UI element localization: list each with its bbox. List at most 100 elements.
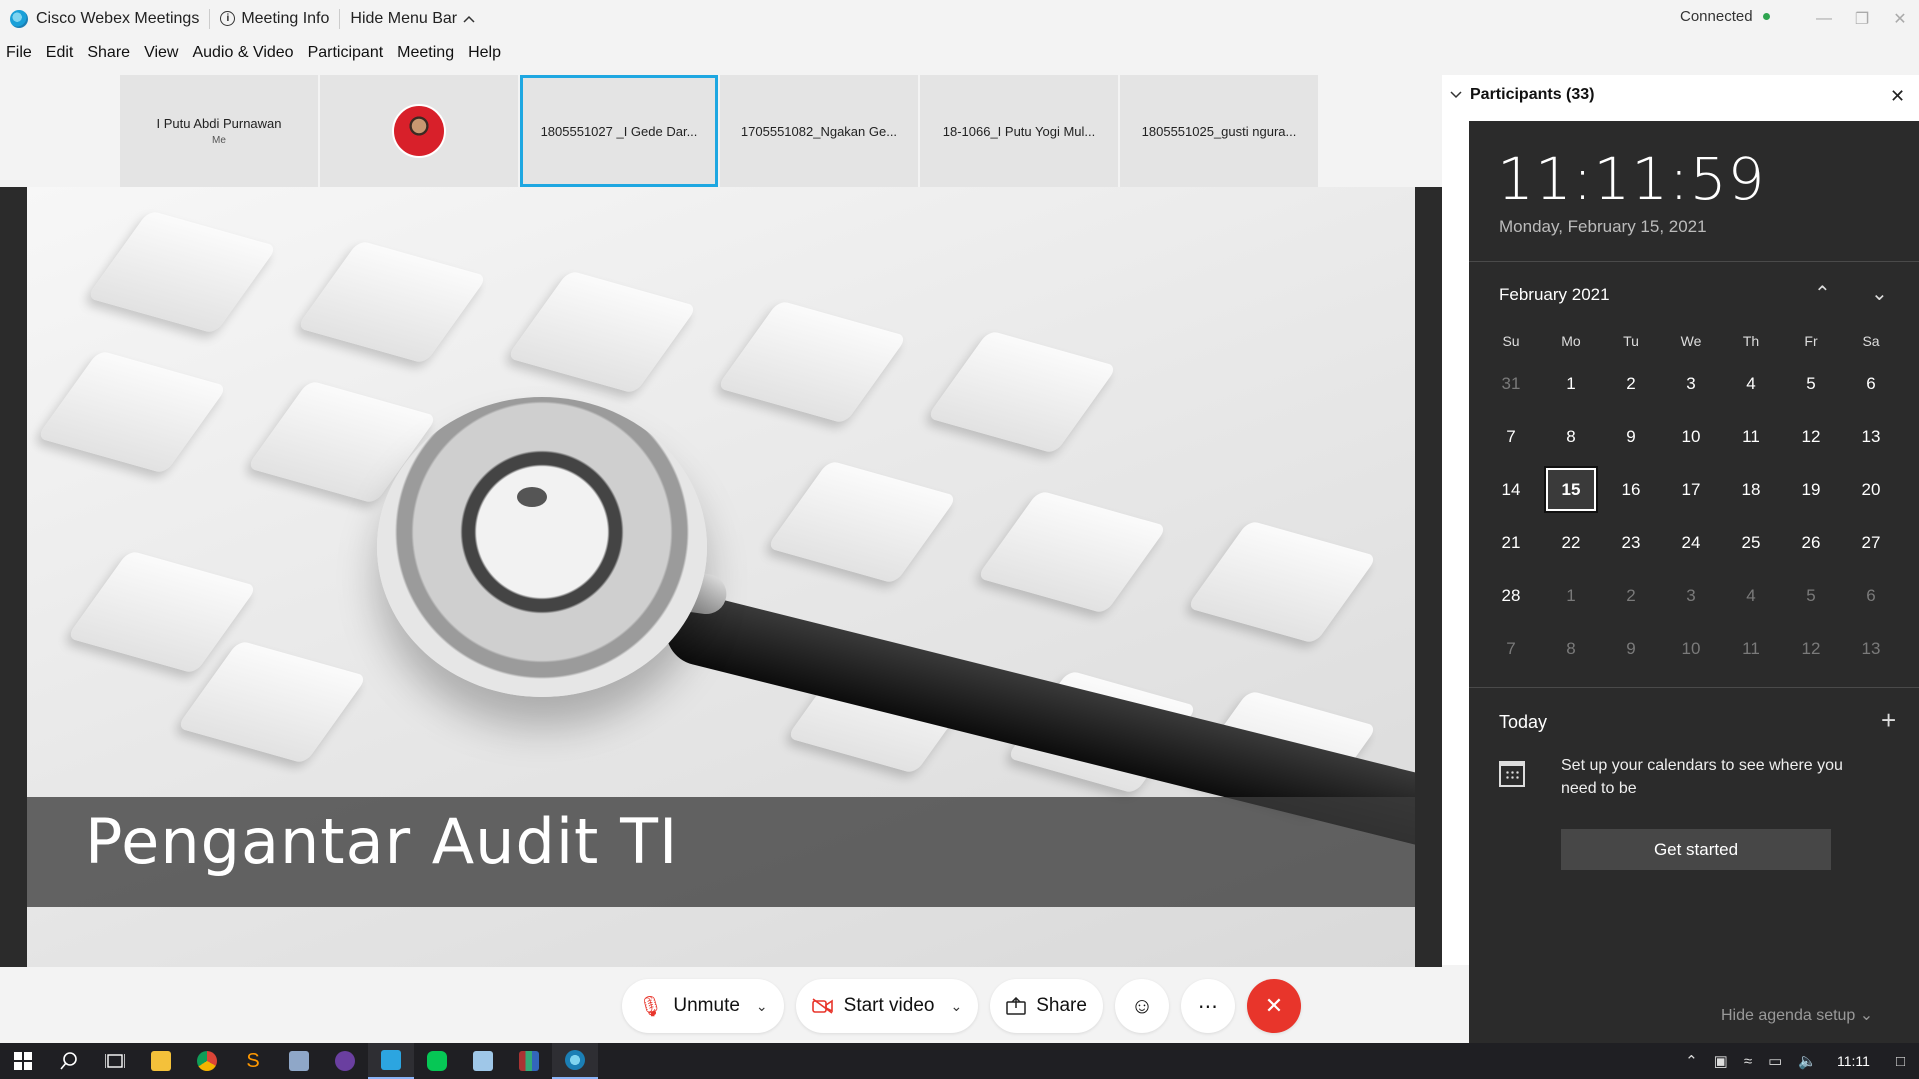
more-options-button[interactable]: ⋯ [1180, 979, 1235, 1033]
end-meeting-button[interactable]: ✕ [1246, 979, 1301, 1033]
task-view-icon[interactable] [92, 1043, 138, 1079]
close-participants-icon[interactable]: ✕ [1890, 86, 1905, 107]
chevron-down-icon[interactable]: ⌄ [756, 998, 768, 1015]
participant-thumbnail[interactable]: I Putu Abdi Purnawan Me [120, 75, 318, 187]
search-icon[interactable] [46, 1043, 92, 1079]
chevron-down-icon[interactable]: ⌄ [950, 998, 962, 1015]
calendar-day[interactable]: 14 [1481, 463, 1541, 516]
calendar-day[interactable]: 18 [1721, 463, 1781, 516]
calendar-day[interactable]: 6 [1841, 357, 1901, 410]
chevron-up-icon[interactable]: ⌃ [1677, 1052, 1706, 1070]
calendar-day[interactable]: 8 [1541, 622, 1601, 675]
calendar-day[interactable]: 4 [1721, 357, 1781, 410]
notifications-icon[interactable]: □ [1882, 1053, 1919, 1070]
menu-view[interactable]: View [144, 44, 178, 68]
calendar-day[interactable]: 1 [1541, 357, 1601, 410]
calendar-day[interactable]: 24 [1661, 516, 1721, 569]
volume-icon[interactable]: 🔈 [1790, 1052, 1825, 1070]
chevron-up-icon[interactable]: ⌃ [1814, 281, 1831, 306]
minimize-icon[interactable]: — [1805, 0, 1843, 37]
menu-help[interactable]: Help [468, 44, 501, 68]
hide-menu-bar-button[interactable]: Hide Menu Bar [350, 10, 475, 28]
battery-icon[interactable]: ▭ [1760, 1052, 1790, 1070]
calendar-day[interactable]: 5 [1781, 357, 1841, 410]
calendar-day[interactable]: 9 [1601, 622, 1661, 675]
menu-participant[interactable]: Participant [308, 44, 384, 68]
calendar-day-today[interactable]: 15 [1541, 463, 1601, 516]
calendar-day[interactable]: 27 [1841, 516, 1901, 569]
webex-icon[interactable] [552, 1043, 598, 1079]
winrar-icon[interactable] [506, 1043, 552, 1079]
calendar-day[interactable]: 19 [1781, 463, 1841, 516]
taskbar: S ⌃ ▣ ≈ ▭ 🔈 11:11 □ [0, 1043, 1919, 1079]
sublime-icon[interactable]: S [230, 1043, 276, 1079]
app-icon[interactable] [276, 1043, 322, 1079]
calendar-day[interactable]: 13 [1841, 410, 1901, 463]
calendar-day[interactable]: 31 [1481, 357, 1541, 410]
calendar-day[interactable]: 3 [1661, 357, 1721, 410]
month-label[interactable]: February 2021 [1499, 285, 1610, 305]
network-app-icon[interactable]: ▣ [1706, 1052, 1736, 1070]
calendar-day[interactable]: 1 [1541, 569, 1601, 622]
participant-thumbnail[interactable]: 1705551082_Ngakan Ge... [720, 75, 918, 187]
participant-thumbnail[interactable]: 18-1066_I Putu Yogi Mul... [920, 75, 1118, 187]
calendar-day[interactable]: 25 [1721, 516, 1781, 569]
calendar-day[interactable]: 3 [1661, 569, 1721, 622]
calendar-day[interactable]: 9 [1601, 410, 1661, 463]
participant-thumbnail[interactable]: 1805551025_gusti ngura... [1120, 75, 1318, 187]
calendar-day[interactable]: 10 [1661, 622, 1721, 675]
calendar-day[interactable]: 17 [1661, 463, 1721, 516]
calendar-day[interactable]: 22 [1541, 516, 1601, 569]
menu-meeting[interactable]: Meeting [397, 44, 454, 68]
calendar-day[interactable]: 11 [1721, 410, 1781, 463]
participant-thumbnail[interactable] [320, 75, 518, 187]
menu-file[interactable]: File [6, 44, 32, 68]
start-icon[interactable] [0, 1043, 46, 1079]
calendar-day[interactable]: 8 [1541, 410, 1601, 463]
file-explorer-icon[interactable] [138, 1043, 184, 1079]
menu-edit[interactable]: Edit [46, 44, 74, 68]
calendar-day[interactable]: 13 [1841, 622, 1901, 675]
calendar-day[interactable]: 16 [1601, 463, 1661, 516]
calendar-day[interactable]: 10 [1661, 410, 1721, 463]
calendar-day[interactable]: 2 [1601, 569, 1661, 622]
calendar-day[interactable]: 5 [1781, 569, 1841, 622]
calendar-day[interactable]: 21 [1481, 516, 1541, 569]
line-icon[interactable] [414, 1043, 460, 1079]
meeting-info-button[interactable]: i Meeting Info [220, 10, 329, 28]
share-button[interactable]: Share [990, 979, 1103, 1033]
menu-audio-video[interactable]: Audio & Video [192, 44, 293, 68]
chrome-icon[interactable] [184, 1043, 230, 1079]
hide-agenda-setup-link[interactable]: Hide agenda setup ⌄ [1721, 1005, 1873, 1025]
calendar-day[interactable]: 26 [1781, 516, 1841, 569]
reactions-button[interactable]: ☺ [1114, 979, 1169, 1033]
get-started-button[interactable]: Get started [1561, 829, 1831, 870]
taskbar-clock[interactable]: 11:11 [1825, 1053, 1882, 1069]
calendar-day[interactable]: 2 [1601, 357, 1661, 410]
participants-header[interactable]: Participants (33) [1450, 86, 1594, 104]
calendar-day[interactable]: 12 [1781, 410, 1841, 463]
participant-thumbnail-active-speaker[interactable]: 1805551027 _I Gede Dar... [520, 75, 718, 187]
calendar-day[interactable]: 20 [1841, 463, 1901, 516]
restore-icon[interactable]: ❐ [1843, 0, 1881, 37]
wifi-icon[interactable]: ≈ [1736, 1053, 1760, 1070]
calendar-day[interactable]: 7 [1481, 622, 1541, 675]
calendar-day[interactable]: 7 [1481, 410, 1541, 463]
close-icon[interactable]: ✕ [1881, 0, 1919, 37]
calendar-day[interactable]: 12 [1781, 622, 1841, 675]
calendar-day[interactable]: 28 [1481, 569, 1541, 622]
unmute-button[interactable]: 🎙 Unmute ⌄ [622, 979, 784, 1033]
add-event-icon[interactable]: + [1881, 705, 1896, 736]
menu-share[interactable]: Share [87, 44, 130, 68]
calendar-day[interactable]: 23 [1601, 516, 1661, 569]
full-date[interactable]: Monday, February 15, 2021 [1499, 217, 1707, 237]
keyboard-key-image [766, 460, 958, 584]
notepad-icon[interactable] [460, 1043, 506, 1079]
telegram-icon[interactable] [368, 1043, 414, 1079]
app-icon-2[interactable] [322, 1043, 368, 1079]
start-video-button[interactable]: Start video ⌄ [795, 979, 979, 1033]
calendar-day[interactable]: 6 [1841, 569, 1901, 622]
calendar-day[interactable]: 4 [1721, 569, 1781, 622]
chevron-down-icon[interactable]: ⌄ [1871, 281, 1888, 306]
calendar-day[interactable]: 11 [1721, 622, 1781, 675]
